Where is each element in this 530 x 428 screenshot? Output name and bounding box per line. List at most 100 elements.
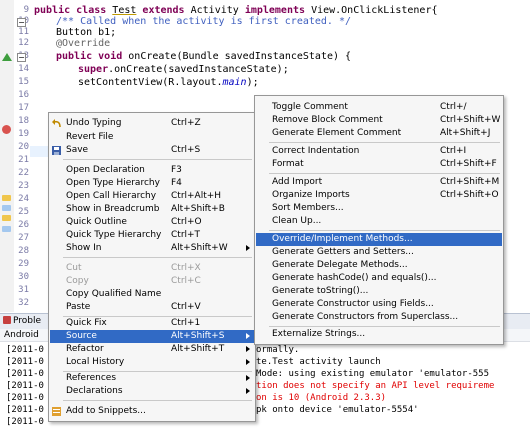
menu-item-open-type-hierarchy[interactable]: Open Type Hierarchy F4 bbox=[50, 177, 254, 190]
menu-item-paste[interactable]: Paste Ctrl+V bbox=[50, 301, 254, 314]
menu-separator bbox=[63, 400, 252, 401]
menu-item-accelerator: Ctrl+/ bbox=[440, 102, 467, 112]
ruler-marker[interactable] bbox=[2, 215, 11, 221]
menu-item-label: Toggle Comment bbox=[272, 102, 348, 112]
menu-item-label: Generate hashCode() and equals()... bbox=[272, 273, 437, 283]
menu-item-clean-up[interactable]: Clean Up... bbox=[256, 215, 502, 228]
menu-item-quick-fix[interactable]: Quick Fix Ctrl+1 bbox=[50, 317, 254, 330]
menu-item-externalize-strings[interactable]: Externalize Strings... bbox=[256, 328, 502, 341]
tab-problems[interactable]: Proble bbox=[0, 315, 44, 328]
menu-item-accelerator: Alt+Shift+W bbox=[171, 243, 228, 253]
menu-item-show-in-breadcrumb[interactable]: Show in Breadcrumb Alt+Shift+B bbox=[50, 203, 254, 216]
menu-item-declarations[interactable]: Declarations bbox=[50, 385, 254, 398]
menu-item-copy[interactable]: Copy Ctrl+C bbox=[50, 275, 254, 288]
line-number: 30 bbox=[18, 272, 29, 282]
menu-item-label: Revert File bbox=[66, 132, 114, 142]
line-number: 29 bbox=[18, 259, 29, 269]
code-line-method: public void onCreate(Bundle savedInstanc… bbox=[56, 51, 352, 62]
menu-item-accelerator: Ctrl+Shift+F bbox=[440, 159, 497, 169]
menu-item-generate-constructor-using-fields[interactable]: Generate Constructor using Fields... bbox=[256, 298, 502, 311]
menu-item-accelerator: Alt+Shift+J bbox=[440, 128, 491, 138]
menu-item-accelerator: Ctrl+C bbox=[171, 276, 201, 286]
menu-item-cut[interactable]: Cut Ctrl+X bbox=[50, 262, 254, 275]
menu-item-label: Generate Element Comment bbox=[272, 128, 402, 138]
menu-item-label: Copy Qualified Name bbox=[66, 289, 162, 299]
menu-item-quick-type-hierarchy[interactable]: Quick Type Hierarchy Ctrl+T bbox=[50, 229, 254, 242]
menu-item-accelerator: F4 bbox=[171, 178, 182, 188]
menu-item-label: Declarations bbox=[66, 386, 123, 396]
menu-item-accelerator: Ctrl+S bbox=[171, 145, 201, 155]
line-number: 19 bbox=[18, 129, 29, 139]
menu-item-generate-tostring[interactable]: Generate toString()... bbox=[256, 285, 502, 298]
menu-item-add-import[interactable]: Add Import Ctrl+Shift+M bbox=[256, 176, 502, 189]
override-marker-icon[interactable] bbox=[2, 53, 12, 61]
fold-collapse-icon[interactable]: − bbox=[17, 53, 26, 62]
problems-icon bbox=[3, 316, 11, 324]
menu-item-label: Generate Delegate Methods... bbox=[272, 260, 408, 270]
console-line-prefix: [2011-0 bbox=[6, 393, 44, 403]
menu-item-sort-members[interactable]: Sort Members... bbox=[256, 202, 502, 215]
menu-item-accelerator: Alt+Shift+B bbox=[171, 204, 225, 214]
save-icon bbox=[52, 146, 61, 155]
ruler-marker[interactable] bbox=[2, 195, 11, 201]
ruler-marker[interactable] bbox=[2, 205, 11, 211]
code-line-setcontentview: setContentView(R.layout.main); bbox=[78, 77, 259, 88]
console-line-prefix: [2011-0 bbox=[6, 357, 44, 367]
overview-ruler[interactable] bbox=[0, 0, 15, 312]
menu-separator bbox=[269, 230, 500, 231]
menu-item-open-call-hierarchy[interactable]: Open Call Hierarchy Ctrl+Alt+H bbox=[50, 190, 254, 203]
menu-item-accelerator: Alt+Shift+T bbox=[171, 344, 225, 354]
error-marker-icon[interactable] bbox=[2, 125, 11, 134]
menu-item-accelerator: Ctrl+Alt+H bbox=[171, 191, 222, 201]
menu-item-override-implement-methods[interactable]: Override/Implement Methods... bbox=[256, 233, 502, 246]
menu-item-generate-constructors-from-superclass[interactable]: Generate Constructors from Superclass... bbox=[256, 311, 502, 324]
menu-item-copy-qualified-name[interactable]: Copy Qualified Name bbox=[50, 288, 254, 301]
menu-item-label: Quick Fix bbox=[66, 318, 107, 328]
line-number: 15 bbox=[18, 77, 29, 87]
menu-item-correct-indentation[interactable]: Correct Indentation Ctrl+I bbox=[256, 145, 502, 158]
menu-item-local-history[interactable]: Local History bbox=[50, 356, 254, 369]
menu-item-label: Open Declaration bbox=[66, 165, 145, 175]
ruler-marker[interactable] bbox=[2, 226, 11, 232]
menu-item-undo-typing[interactable]: Undo Typing Ctrl+Z bbox=[50, 117, 254, 130]
menu-item-format[interactable]: Format Ctrl+Shift+F bbox=[256, 158, 502, 171]
menu-item-generate-delegate-methods[interactable]: Generate Delegate Methods... bbox=[256, 259, 502, 272]
menu-item-label: Copy bbox=[66, 276, 89, 286]
line-number: 22 bbox=[18, 168, 29, 178]
menu-item-label: Save bbox=[66, 145, 89, 155]
menu-item-save[interactable]: Save Ctrl+S bbox=[50, 144, 254, 157]
menu-item-toggle-comment[interactable]: Toggle Comment Ctrl+/ bbox=[256, 101, 502, 114]
console-line-text: te.Test activity launch bbox=[256, 357, 381, 367]
menu-item-label: Override/Implement Methods... bbox=[272, 234, 413, 244]
menu-item-generate-hashcode-and-equals[interactable]: Generate hashCode() and equals()... bbox=[256, 272, 502, 285]
menu-item-label: Add Import bbox=[272, 177, 323, 187]
submenu-arrow-icon bbox=[246, 388, 250, 394]
menu-item-generate-getters-and-setters[interactable]: Generate Getters and Setters... bbox=[256, 246, 502, 259]
menu-item-quick-outline[interactable]: Quick Outline Ctrl+O bbox=[50, 216, 254, 229]
menu-separator bbox=[269, 326, 500, 327]
fold-collapse-icon[interactable]: − bbox=[17, 18, 26, 27]
menu-item-generate-element-comment[interactable]: Generate Element Comment Alt+Shift+J bbox=[256, 127, 502, 140]
menu-item-revert-file[interactable]: Revert File bbox=[50, 131, 254, 144]
menu-item-accelerator: F3 bbox=[171, 165, 182, 175]
menu-item-label: Refactor bbox=[66, 344, 104, 354]
menu-item-accelerator: Ctrl+O bbox=[171, 217, 202, 227]
menu-item-open-declaration[interactable]: Open Declaration F3 bbox=[50, 164, 254, 177]
line-number: 27 bbox=[18, 233, 29, 243]
menu-item-show-in[interactable]: Show In Alt+Shift+W bbox=[50, 242, 254, 255]
menu-item-source[interactable]: Source Alt+Shift+S bbox=[50, 330, 254, 343]
submenu-arrow-icon bbox=[246, 359, 250, 365]
menu-item-remove-block-comment[interactable]: Remove Block Comment Ctrl+Shift+W bbox=[256, 114, 502, 127]
menu-item-references[interactable]: References bbox=[50, 372, 254, 385]
submenu-arrow-icon bbox=[246, 333, 250, 339]
menu-item-add-to-snippets[interactable]: Add to Snippets... bbox=[50, 405, 254, 418]
code-line-field: Button b1; bbox=[56, 27, 117, 38]
menu-separator bbox=[269, 173, 500, 174]
menu-item-label: Undo Typing bbox=[66, 118, 122, 128]
line-number: 21 bbox=[18, 155, 29, 165]
line-number: 25 bbox=[18, 207, 29, 217]
menu-item-refactor[interactable]: Refactor Alt+Shift+T bbox=[50, 343, 254, 356]
menu-item-organize-imports[interactable]: Organize Imports Ctrl+Shift+O bbox=[256, 189, 502, 202]
line-number: 9 bbox=[23, 5, 29, 15]
console-line-prefix: [2011-0 bbox=[6, 369, 44, 379]
